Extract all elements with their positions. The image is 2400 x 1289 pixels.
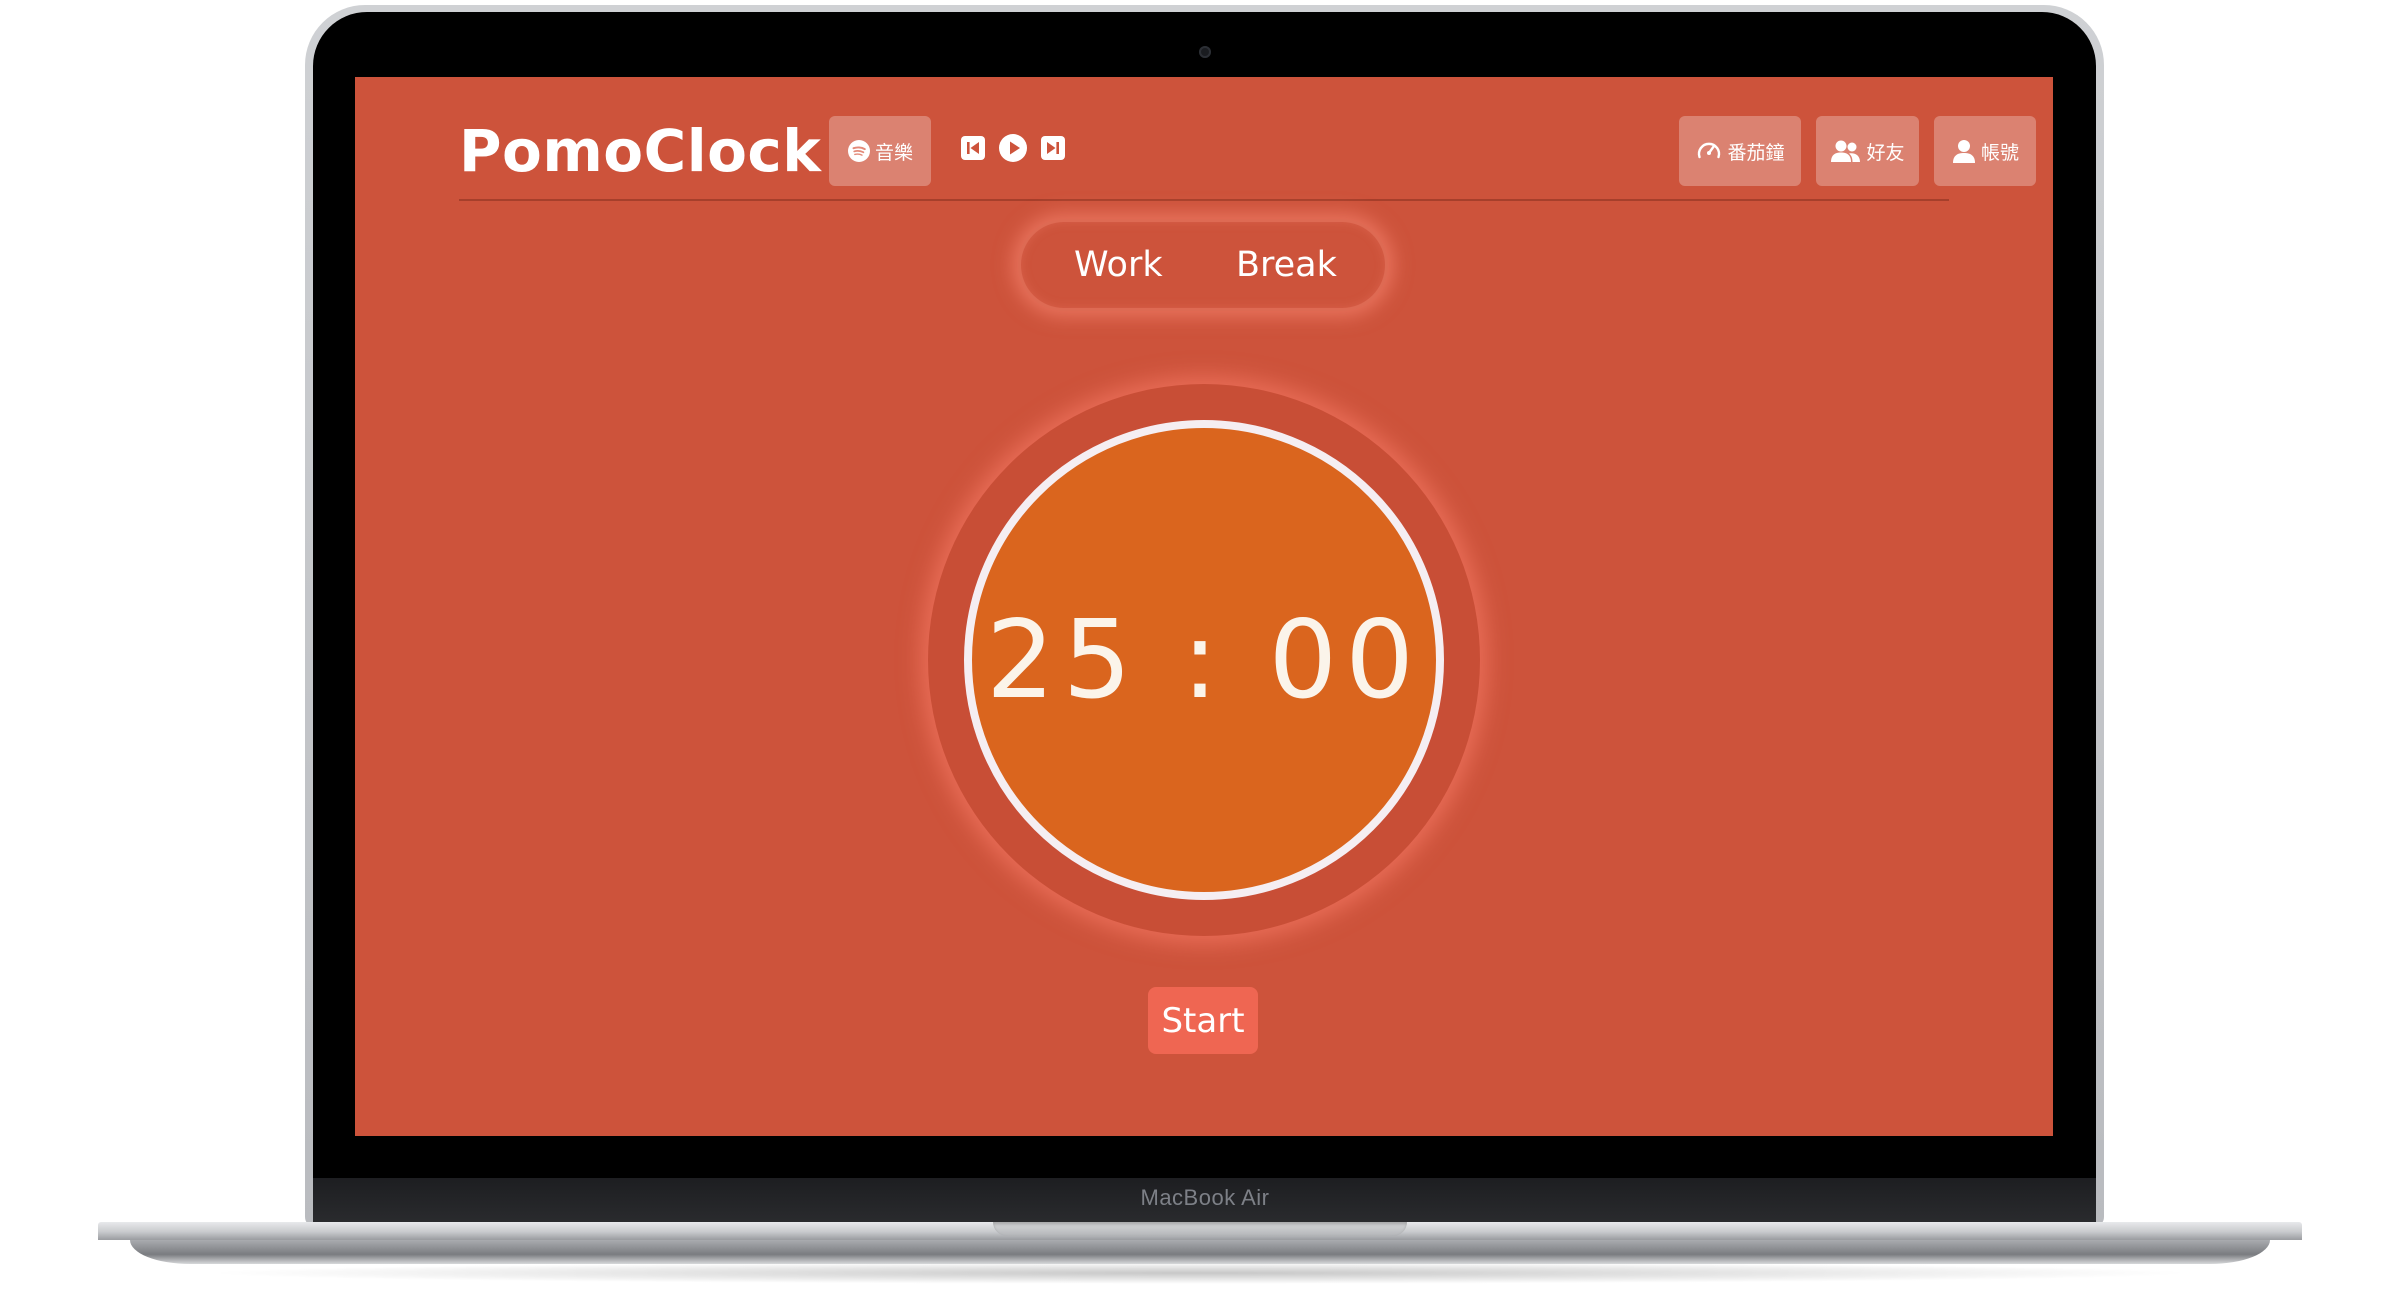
tab-break[interactable]: Break	[1236, 222, 1337, 308]
music-button-label: 音樂	[874, 141, 913, 164]
device-model-label: MacBook Air	[1140, 1185, 1270, 1210]
laptop-base-edge	[130, 1240, 2270, 1264]
skip-next-icon	[1040, 135, 1066, 165]
nav-account-label: 帳號	[1980, 141, 2019, 164]
laptop-shadow	[200, 1262, 2200, 1284]
nav-friends-button[interactable]: 好友	[1816, 116, 1919, 186]
skip-previous-button[interactable]	[959, 136, 987, 164]
skip-previous-icon	[960, 135, 986, 165]
user-icon	[1951, 138, 1977, 164]
timer-display: 25 : 00	[986, 597, 1422, 723]
nav-friends-label: 好友	[1866, 141, 1905, 164]
tab-work[interactable]: Work	[1074, 222, 1163, 308]
app-header: PomoClock 音樂 番茄鐘 好友 帳號	[459, 111, 2036, 199]
speedometer-icon	[1695, 137, 1723, 165]
music-button[interactable]: 音樂	[829, 116, 931, 186]
start-button[interactable]: Start	[1148, 987, 1258, 1054]
app-screen: PomoClock 音樂 番茄鐘 好友 帳號 Work Break 25: 0…	[355, 77, 2053, 1136]
laptop-hinge-notch	[993, 1222, 1407, 1236]
timer-dial: 25 : 00	[964, 420, 1444, 900]
play-icon	[998, 133, 1028, 167]
header-divider	[459, 199, 1949, 201]
mode-toggle: Work Break	[1018, 219, 1388, 311]
nav-pomodoro-button[interactable]: 番茄鐘	[1679, 116, 1801, 186]
users-icon	[1830, 138, 1862, 164]
nav-account-button[interactable]: 帳號	[1934, 116, 2036, 186]
camera-icon	[1199, 46, 1211, 58]
nav-pomodoro-label: 番茄鐘	[1727, 141, 1785, 164]
play-button[interactable]	[998, 133, 1028, 167]
laptop-mockup: MacBook Air PomoClock 音樂 番茄鐘 好友 帳號 Work …	[0, 0, 2400, 1289]
skip-next-button[interactable]	[1039, 136, 1067, 164]
brand-logo[interactable]: PomoClock	[459, 111, 821, 191]
spotify-icon	[847, 139, 871, 163]
